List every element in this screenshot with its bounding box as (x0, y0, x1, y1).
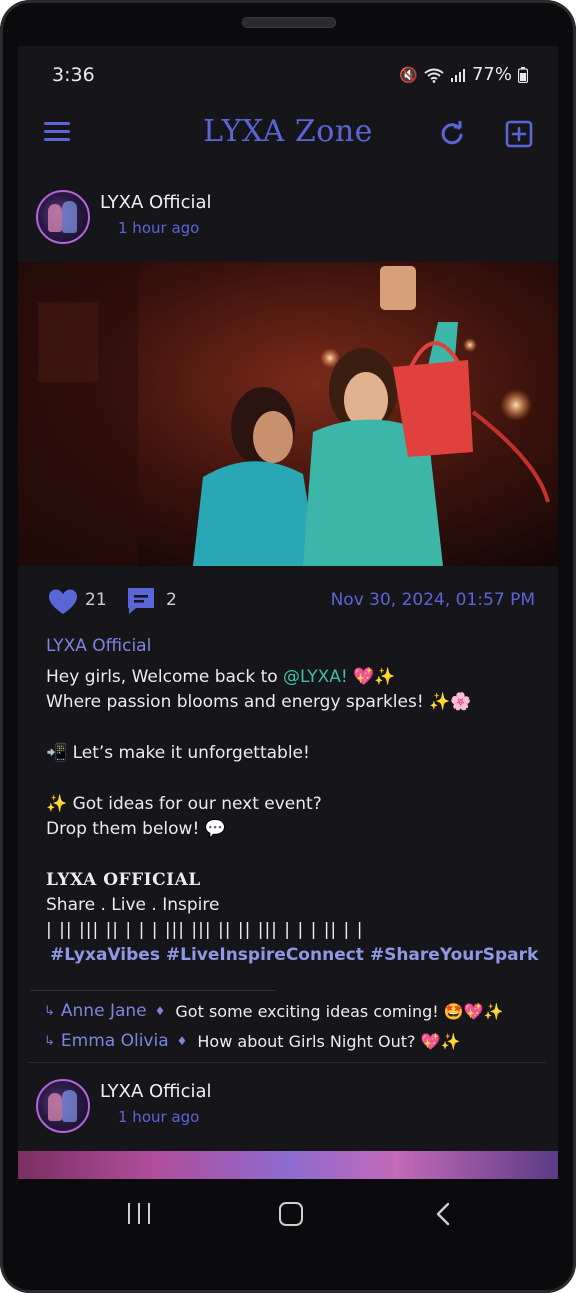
like-count: 21 (85, 590, 107, 610)
caption-line: Drop them below! 💬 (46, 819, 226, 839)
divider (30, 990, 276, 991)
recents-icon[interactable] (128, 1203, 150, 1225)
app-title: LYXA Zone (203, 114, 373, 149)
caption-brand: LYXA OFFICIAL (46, 870, 201, 890)
caption-hashtags[interactable]: #LyxaVibes #LiveInspireConnect #ShareYou… (50, 943, 538, 968)
post-author[interactable]: LYXA Official (100, 1081, 212, 1102)
caption-tagline: Share . Live . Inspire (46, 895, 220, 915)
reply-arrow-icon: ↳ (44, 1003, 55, 1019)
comment-author[interactable]: Emma Olivia (61, 1031, 169, 1051)
battery-percent: 77% (471, 64, 512, 85)
comment-author[interactable]: Anne Jane (61, 1001, 147, 1021)
post-actions: 21 2 Nov 30, 2024, 01:57 PM (18, 566, 558, 636)
post-date: Nov 30, 2024, 01:57 PM (330, 590, 535, 610)
signal-icon (450, 68, 465, 82)
status-time: 3:36 (52, 64, 95, 86)
post-header: LYXA Official 1 hour ago (18, 166, 558, 256)
caption-line: Where passion blooms and energy sparkles… (46, 692, 472, 712)
wifi-icon (424, 68, 444, 83)
caption-line: Hey girls, Welcome back to @LYXA! 💖✨ (46, 667, 396, 687)
post-author[interactable]: LYXA Official (100, 192, 212, 213)
diamond-icon: ♦ (154, 1004, 166, 1018)
avatar[interactable] (36, 190, 90, 244)
status-bar: 3:36 🔇 77% (18, 46, 558, 106)
app-screen: 3:36 🔇 77% LYXA Zone LYXA Official 1 hou… (18, 46, 558, 1179)
phone-speaker (242, 17, 336, 28)
caption-line: ✨ Got ideas for our next event? (46, 794, 322, 814)
comment-item: ↳ Emma Olivia ♦ How about Girls Night Ou… (44, 1031, 460, 1051)
post-header: LYXA Official 1 hour ago (18, 1055, 558, 1145)
diamond-icon: ♦ (176, 1034, 188, 1048)
mention-link[interactable]: @LYXA! (283, 667, 348, 687)
post-time-ago: 1 hour ago (118, 1108, 200, 1126)
status-icons: 🔇 77% (399, 64, 528, 85)
heart-icon[interactable] (48, 588, 78, 616)
app-bar: LYXA Zone (18, 106, 558, 166)
battery-icon (518, 66, 528, 83)
navigation-bar (0, 1179, 576, 1249)
comment-text: Got some exciting ideas coming! 🤩💖✨ (175, 1001, 504, 1021)
post-image[interactable] (18, 1151, 558, 1179)
caption-barcode: | || ||| || | | | ||| ||| || || ||| | | … (46, 920, 364, 940)
reply-arrow-icon: ↳ (44, 1033, 55, 1049)
mute-icon: 🔇 (399, 65, 418, 84)
comment-text: How about Girls Night Out? 💖✨ (197, 1031, 461, 1051)
comment-item: ↳ Anne Jane ♦ Got some exciting ideas co… (44, 1001, 504, 1021)
post-time-ago: 1 hour ago (118, 219, 200, 237)
post-image[interactable] (18, 262, 558, 566)
post-caption: LYXA Official Hey girls, Welcome back to… (46, 634, 538, 968)
phone-frame: 3:36 🔇 77% LYXA Zone LYXA Official 1 hou… (0, 0, 576, 1293)
refresh-icon[interactable] (438, 120, 466, 148)
back-icon[interactable] (434, 1202, 452, 1226)
post-photo (18, 262, 558, 566)
home-icon[interactable] (279, 1202, 303, 1226)
caption-line: 📲 Let’s make it unforgettable! (46, 743, 310, 763)
caption-author[interactable]: LYXA Official (46, 634, 536, 659)
add-post-icon[interactable] (505, 120, 533, 148)
avatar[interactable] (36, 1079, 90, 1133)
comment-count: 2 (166, 590, 177, 610)
comment-icon[interactable] (126, 586, 156, 616)
